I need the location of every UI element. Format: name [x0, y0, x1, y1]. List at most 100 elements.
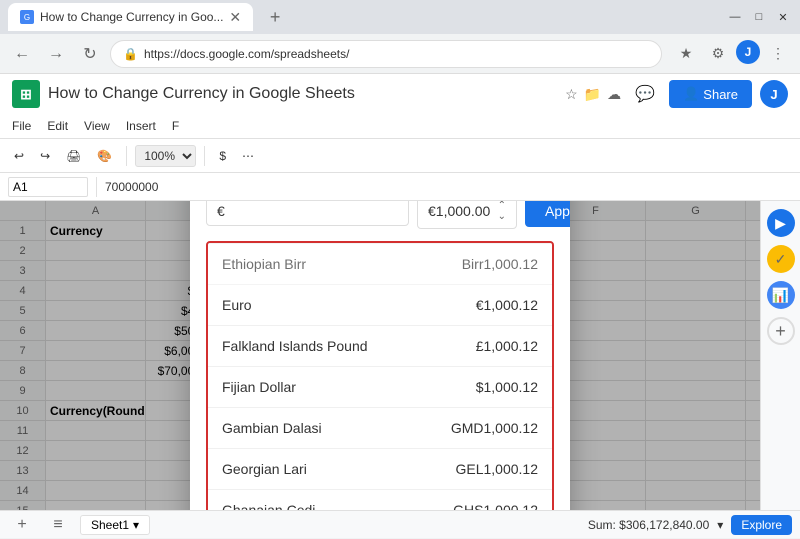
- menu-format[interactable]: F: [172, 119, 179, 133]
- sidebar-icon-1[interactable]: ▶: [767, 209, 795, 237]
- undo-button[interactable]: ↩: [8, 143, 30, 169]
- new-tab-button[interactable]: +: [261, 3, 289, 31]
- tab-title: How to Change Currency in Goo...: [40, 10, 223, 24]
- redo-button[interactable]: ↪: [34, 143, 56, 169]
- lock-icon: 🔒: [123, 47, 138, 61]
- currency-button[interactable]: $: [213, 143, 232, 169]
- print-button[interactable]: 🖨: [60, 143, 87, 169]
- sheet-tab[interactable]: Sheet1 ▾: [80, 515, 150, 535]
- currency-value: Birr1,000.12: [462, 256, 538, 272]
- currency-name: Falkland Islands Pound: [222, 338, 368, 354]
- right-sidebar: ▶ ✓ 📊 +: [760, 201, 800, 510]
- window-controls: — □ ✕: [726, 8, 792, 26]
- more-icon[interactable]: ⋮: [764, 40, 792, 68]
- currency-name: Gambian Dalasi: [222, 420, 322, 436]
- toolbar-separator-1: [126, 146, 127, 166]
- menu-view[interactable]: View: [84, 119, 110, 133]
- currency-value: $1,000.12: [476, 379, 538, 395]
- sidebar-icon-2[interactable]: ✓: [767, 245, 795, 273]
- list-item[interactable]: Ghanaian Cedi GHS1,000.12: [208, 490, 552, 510]
- reload-button[interactable]: ↻: [76, 40, 104, 68]
- currency-value: €1,000.12: [476, 297, 538, 313]
- sheets-menu-row: File Edit View Insert F: [12, 114, 788, 138]
- tab-favicon: G: [20, 10, 34, 24]
- app-container: G How to Change Currency in Goo... ✕ + —…: [0, 0, 800, 538]
- minimize-button[interactable]: —: [726, 8, 744, 26]
- url-text: https://docs.google.com/spreadsheets/: [144, 47, 649, 61]
- modal-overlay: Custom currencies × €1,000.00 ⌃⌄ Apply: [0, 201, 760, 510]
- menu-file[interactable]: File: [12, 119, 31, 133]
- sheet-list-button[interactable]: ≡: [44, 511, 72, 539]
- list-item[interactable]: Fijian Dollar $1,000.12: [208, 367, 552, 408]
- toolbar-separator-2: [204, 146, 205, 166]
- name-box[interactable]: [8, 177, 88, 197]
- currency-name: Ethiopian Birr: [222, 256, 306, 272]
- sum-status: Sum: $306,172,840.00: [588, 518, 709, 532]
- list-item[interactable]: Ethiopian Birr Birr1,000.12: [208, 243, 552, 285]
- document-title[interactable]: How to Change Currency in Google Sheets: [48, 85, 557, 103]
- currency-name: Georgian Lari: [222, 461, 307, 477]
- more-formats-button[interactable]: ⋯: [236, 143, 260, 169]
- sheets-app-icon: ⊞: [12, 80, 40, 108]
- list-item[interactable]: Euro €1,000.12: [208, 285, 552, 326]
- currency-list: Ethiopian Birr Birr1,000.12 Euro €1,000.…: [206, 241, 554, 510]
- add-sheet-button[interactable]: +: [8, 511, 36, 539]
- currency-preview: €1,000.00 ⌃⌄: [417, 201, 517, 229]
- maximize-button[interactable]: □: [750, 8, 768, 26]
- comment-button[interactable]: 💬: [629, 78, 661, 110]
- currency-value: £1,000.12: [476, 338, 538, 354]
- currency-search-input[interactable]: [206, 201, 409, 226]
- formula-content[interactable]: 70000000: [105, 180, 792, 194]
- apply-button[interactable]: Apply: [525, 201, 570, 227]
- cloud-icon[interactable]: ☁: [607, 86, 621, 103]
- preview-value: €1,000.00: [428, 203, 490, 219]
- close-window-button[interactable]: ✕: [774, 8, 792, 26]
- sheet-dropdown-icon: ▾: [133, 518, 139, 532]
- address-bar[interactable]: 🔒 https://docs.google.com/spreadsheets/: [110, 40, 662, 68]
- add-sidebar-icon[interactable]: +: [767, 317, 795, 345]
- share-icon: 👤: [683, 86, 699, 102]
- menu-insert[interactable]: Insert: [126, 119, 156, 133]
- bookmark-icon[interactable]: ★: [672, 40, 700, 68]
- sheets-toolbar: ↩ ↪ 🖨 🎨 100% $ ⋯: [0, 139, 800, 173]
- user-avatar[interactable]: J: [760, 80, 788, 108]
- list-item[interactable]: Gambian Dalasi GMD1,000.12: [208, 408, 552, 449]
- preview-arrows-icon: ⌃⌄: [498, 201, 506, 222]
- content-area: A B C D E F G H 1 Currency: [0, 201, 800, 510]
- browser-toolbar: ← → ↻ 🔒 https://docs.google.com/spreadsh…: [0, 34, 800, 74]
- currency-value: GMD1,000.12: [451, 420, 538, 436]
- tab-close-icon[interactable]: ✕: [229, 9, 241, 26]
- sheet-tab-label: Sheet1: [91, 518, 129, 532]
- share-button[interactable]: 👤 Share: [669, 80, 752, 108]
- currency-value: GEL1,000.12: [455, 461, 538, 477]
- share-label: Share: [703, 87, 738, 102]
- browser-toolbar-icons: ★ ⚙ J ⋮: [672, 40, 792, 68]
- spreadsheet-area: A B C D E F G H 1 Currency: [0, 201, 760, 510]
- menu-edit[interactable]: Edit: [47, 119, 68, 133]
- custom-currencies-modal: Custom currencies × €1,000.00 ⌃⌄ Apply: [190, 201, 570, 510]
- explore-button[interactable]: Explore: [731, 515, 792, 535]
- formula-bar: 70000000: [0, 173, 800, 201]
- browser-tab[interactable]: G How to Change Currency in Goo... ✕: [8, 3, 253, 31]
- bottom-status: Sum: $306,172,840.00 ▾ Explore: [588, 515, 792, 535]
- currency-value: GHS1,000.12: [453, 502, 538, 510]
- sum-dropdown-icon: ▾: [717, 518, 723, 532]
- list-item[interactable]: Georgian Lari GEL1,000.12: [208, 449, 552, 490]
- modal-search-row: €1,000.00 ⌃⌄ Apply: [190, 201, 570, 241]
- zoom-selector[interactable]: 100%: [135, 145, 196, 167]
- folder-icon[interactable]: 📁: [584, 86, 601, 103]
- title-action-icons: ☆ 📁 ☁: [565, 86, 621, 103]
- sidebar-icon-3[interactable]: 📊: [767, 281, 795, 309]
- sheets-bottom: + ≡ Sheet1 ▾ Sum: $306,172,840.00 ▾ Expl…: [0, 510, 800, 538]
- forward-button[interactable]: →: [42, 40, 70, 68]
- list-item[interactable]: Falkland Islands Pound £1,000.12: [208, 326, 552, 367]
- profile-icon[interactable]: J: [736, 40, 760, 64]
- header-right: 💬 👤 Share J: [629, 78, 788, 110]
- paint-format-button[interactable]: 🎨: [91, 143, 118, 169]
- sheets-title-row: ⊞ How to Change Currency in Google Sheet…: [12, 74, 788, 114]
- extensions-icon[interactable]: ⚙: [704, 40, 732, 68]
- star-icon[interactable]: ☆: [565, 86, 578, 103]
- back-button[interactable]: ←: [8, 40, 36, 68]
- currency-name: Ghanaian Cedi: [222, 502, 315, 510]
- browser-titlebar: G How to Change Currency in Goo... ✕ + —…: [0, 0, 800, 34]
